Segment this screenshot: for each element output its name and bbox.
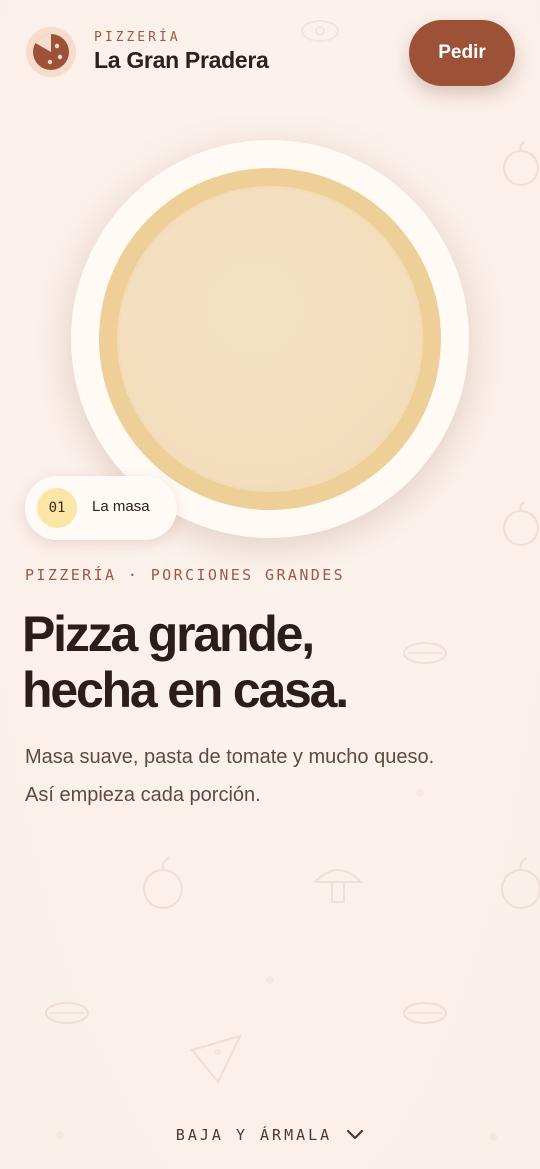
subtitle-line: Masa suave, pasta de tomate y mucho ques… xyxy=(25,746,435,768)
tomato-icon xyxy=(503,501,539,546)
tomato-icon xyxy=(501,857,540,909)
site-header: PIZZERÍA La Gran Pradera Pedir xyxy=(26,20,515,86)
olive-icon xyxy=(403,1002,447,1024)
pizza-slice-outline-icon xyxy=(190,1034,242,1084)
step-chip: 01 La masa xyxy=(25,476,177,540)
headline-line: Pizza grande, xyxy=(22,606,315,662)
step-number-badge: 01 xyxy=(37,488,77,528)
dot-icon xyxy=(266,976,274,984)
step-label: La masa xyxy=(92,498,150,515)
brand-name[interactable]: La Gran Pradera xyxy=(94,47,269,74)
brand-kicker: PIZZERÍA xyxy=(94,30,181,45)
scroll-hint[interactable]: BAJA Y ÁRMALA xyxy=(0,1126,540,1144)
logo[interactable] xyxy=(26,27,76,77)
tomato-icon xyxy=(143,857,183,909)
hero-kicker: PIZZERÍA · PORCIONES GRANDES xyxy=(25,566,346,584)
hero-subtitle: Masa suave, pasta de tomate y mucho ques… xyxy=(25,738,525,814)
pizza-dough xyxy=(119,188,421,490)
mushroom-icon xyxy=(312,869,364,903)
chevron-down-icon xyxy=(347,1129,364,1140)
olive-icon xyxy=(45,1002,89,1024)
order-button[interactable]: Pedir xyxy=(409,20,515,86)
headline-line: hecha en casa. xyxy=(22,662,349,718)
hero-headline: Pizza grande, hecha en casa. xyxy=(22,606,522,718)
pizza-slice-icon xyxy=(33,33,69,70)
tomato-icon xyxy=(503,141,539,186)
page: PIZZERÍA La Gran Pradera Pedir 01 La mas… xyxy=(0,0,540,1169)
subtitle-line: Así empieza cada porción. xyxy=(25,784,261,806)
scroll-hint-label: BAJA Y ÁRMALA xyxy=(175,1126,333,1144)
